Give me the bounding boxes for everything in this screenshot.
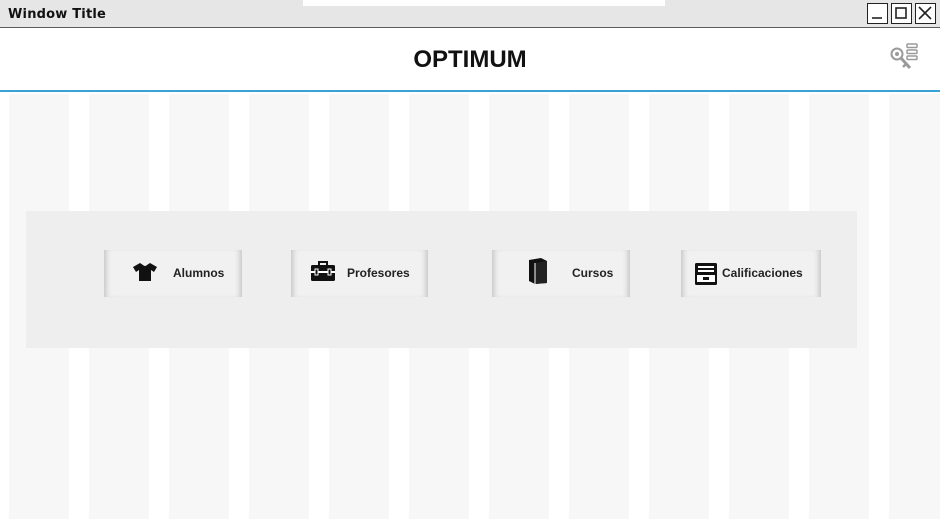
book-icon [529, 258, 547, 284]
shirt-icon [133, 263, 157, 281]
app-header: OPTIMUM [0, 28, 940, 92]
window-title-bar: Window Title [0, 0, 940, 28]
menu-button-alumnos[interactable]: Alumnos [104, 250, 242, 297]
maximize-button[interactable] [891, 3, 912, 24]
inbox-tray-icon [695, 263, 717, 285]
toolbox-icon [311, 261, 335, 281]
menu-label: Calificaciones [722, 266, 803, 280]
minimize-icon [872, 17, 882, 19]
title-bar-gap [303, 0, 665, 6]
menu-label: Profesores [347, 266, 410, 280]
grid-column [889, 94, 940, 519]
menu-label: Cursos [572, 266, 614, 280]
maximize-icon [895, 7, 907, 19]
key-menu-button[interactable] [888, 42, 920, 74]
window-title: Window Title [8, 7, 107, 22]
key-menu-icon [890, 43, 918, 70]
minimize-button[interactable] [867, 3, 888, 24]
menu-label: Alumnos [173, 266, 225, 280]
menu-button-profesores[interactable]: Profesores [291, 250, 428, 297]
close-button[interactable] [915, 3, 936, 24]
menu-button-cursos[interactable]: Cursos [492, 250, 630, 297]
close-icon [918, 6, 932, 20]
app-title: OPTIMUM [413, 46, 527, 73]
menu-button-calificaciones[interactable]: Calificaciones [681, 250, 821, 297]
